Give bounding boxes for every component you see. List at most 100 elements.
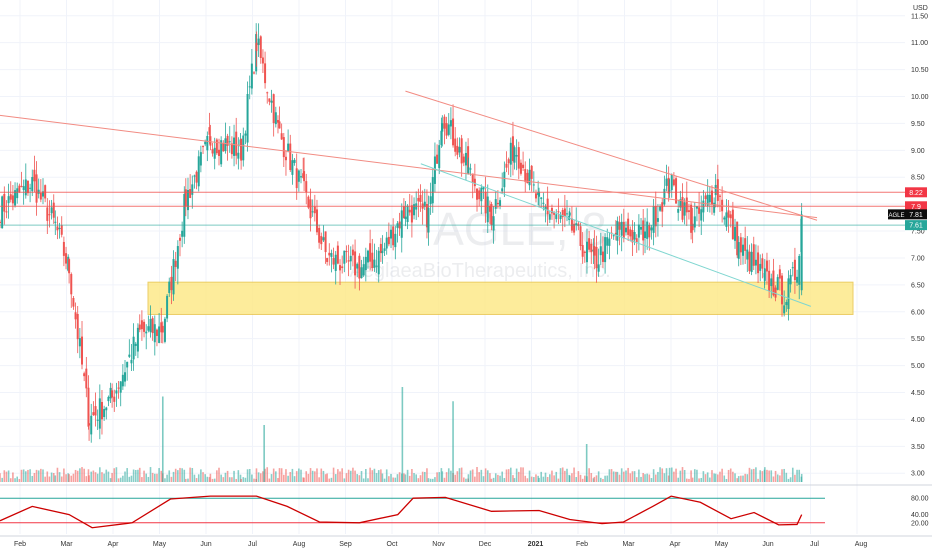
candles — [0, 23, 803, 443]
volume-bar — [257, 472, 260, 482]
volume-bar — [272, 468, 275, 482]
candle-body — [778, 269, 781, 279]
candle-body — [734, 226, 737, 241]
time-label: Apr — [670, 541, 682, 548]
candle-body — [68, 259, 71, 274]
candle-body — [113, 396, 116, 402]
candle-body — [438, 145, 441, 169]
candle-body — [528, 169, 531, 186]
price-chart[interactable]: AGLE, 8 AeglaeaBioTherapeutics, Inc. 11.… — [0, 0, 932, 550]
candle-body — [151, 318, 154, 334]
volume-bar — [195, 478, 198, 482]
candle-body — [318, 227, 321, 243]
candle-body — [199, 152, 202, 166]
volume-bar — [421, 471, 424, 482]
candle-body — [215, 139, 218, 154]
time-label: 2021 — [528, 541, 544, 548]
candle-body — [140, 320, 143, 330]
volume-bar — [154, 473, 156, 482]
volume-bar — [145, 473, 148, 482]
volume-bar — [544, 472, 547, 482]
candle-body — [213, 147, 216, 159]
volume-bar — [737, 476, 740, 482]
candle-body — [612, 235, 615, 237]
volume-bar — [431, 478, 434, 482]
candle-body — [220, 140, 223, 165]
volume-bar — [675, 468, 677, 482]
candle-body — [770, 278, 773, 287]
candle-body — [83, 373, 86, 377]
volume-bar — [367, 478, 369, 482]
volume-bar — [423, 471, 426, 482]
candle-body — [100, 401, 103, 420]
candle-body — [78, 338, 81, 347]
candle-body — [427, 207, 430, 233]
volume-bar — [478, 472, 480, 482]
candle-body — [328, 252, 331, 256]
volume-bar — [564, 470, 566, 482]
volume-bar — [303, 477, 305, 482]
candle-body — [7, 196, 10, 204]
volume-bar — [443, 477, 446, 482]
volume-bar — [388, 476, 390, 482]
price-tick: 10.50 — [911, 67, 929, 74]
volume-bar — [373, 468, 376, 482]
volume-bar — [727, 469, 730, 482]
candle-body — [708, 194, 711, 203]
candle-body — [35, 174, 38, 203]
volume-bar — [74, 469, 77, 482]
volume-bar — [115, 467, 118, 482]
volume-bar — [295, 471, 298, 482]
volume-bar — [577, 471, 580, 482]
volume-bar — [696, 469, 698, 482]
candle-body — [111, 390, 114, 398]
rsi-tick: 40.00 — [911, 512, 929, 519]
volume-bar — [629, 473, 632, 482]
candle-body — [478, 190, 481, 200]
candle-body — [280, 133, 283, 140]
candle-body — [289, 143, 292, 171]
candle-body — [54, 221, 57, 223]
volume-bar — [50, 472, 53, 482]
volume-bar — [441, 471, 444, 482]
volume-bar — [447, 468, 450, 482]
volume-bar — [56, 467, 59, 482]
volume-bar — [360, 471, 363, 482]
candle-body — [677, 208, 680, 213]
volume-bar — [128, 476, 131, 482]
volume-bar — [354, 470, 356, 482]
volume-bar — [394, 477, 397, 482]
volume-bar — [14, 478, 16, 482]
volume-bar — [526, 478, 529, 482]
price-badge: 8.22 — [909, 190, 923, 197]
volume-bar — [646, 473, 648, 482]
volume-bar — [755, 467, 757, 482]
candle-body — [255, 42, 258, 52]
candle-body — [595, 246, 598, 269]
candle-body — [5, 211, 8, 213]
volume-bar — [278, 468, 281, 482]
volume-bar — [573, 467, 575, 482]
volume-spike — [263, 425, 265, 482]
candle-body — [311, 211, 314, 213]
volume-bar — [326, 473, 328, 482]
candle-body — [103, 408, 106, 418]
volume-bar — [283, 474, 285, 482]
volume-bar — [204, 474, 206, 482]
volume-bar — [610, 469, 613, 482]
candle-body — [449, 120, 452, 127]
volume-bar — [390, 473, 392, 482]
volume-bar — [231, 477, 233, 482]
volume-bar — [736, 478, 738, 482]
candle-body — [371, 252, 374, 269]
volume-bar — [318, 477, 320, 482]
candle-body — [530, 165, 533, 179]
volume-bar — [668, 467, 671, 482]
volume-bar — [417, 478, 420, 482]
volume-bar — [237, 470, 240, 482]
candle-body — [313, 206, 316, 214]
candle-body — [349, 255, 352, 262]
candle-body — [659, 206, 662, 211]
candle-body — [172, 259, 175, 295]
volume-bar — [568, 475, 571, 482]
